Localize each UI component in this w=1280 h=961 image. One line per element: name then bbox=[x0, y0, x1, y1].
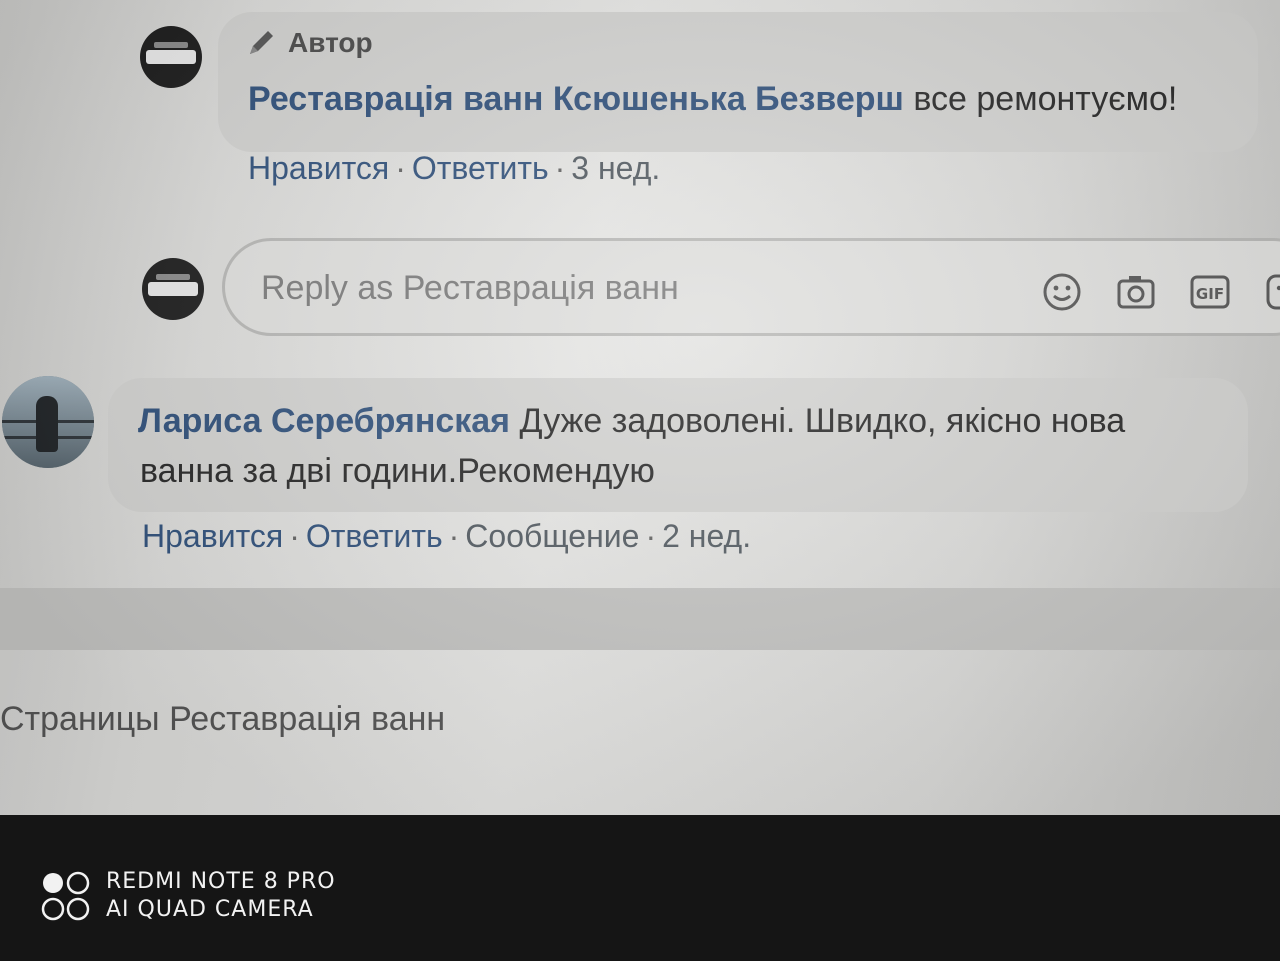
reply-button[interactable]: Ответить bbox=[306, 518, 443, 554]
comment-author[interactable]: Лариса Серебрянская bbox=[138, 402, 510, 440]
reply-placeholder: Reply as Реставрація ванн bbox=[261, 269, 679, 307]
watermark-line1: REDMI NOTE 8 PRO bbox=[106, 869, 336, 894]
user-avatar[interactable] bbox=[2, 376, 94, 468]
mentioned-user[interactable]: Ксюшенька Безверш bbox=[553, 80, 904, 118]
reply-avatar bbox=[142, 258, 204, 320]
comment-actions: Нравится · Ответить · 3 нед. bbox=[248, 150, 661, 186]
pages-link[interactable]: Страницы Реставрація ванн bbox=[0, 700, 445, 739]
comment-body: все ремонтуємо! bbox=[913, 80, 1178, 118]
like-button[interactable]: Нравится bbox=[142, 518, 283, 554]
comment-timestamp[interactable]: 3 нед. bbox=[571, 150, 660, 186]
comment-text: Реставрація ванн Ксюшенька Безверш все р… bbox=[248, 74, 1177, 124]
comment-timestamp[interactable]: 2 нед. bbox=[662, 518, 751, 554]
gif-icon[interactable]: GIF bbox=[1189, 271, 1231, 313]
camera-watermark: REDMI NOTE 8 PRO AI QUAD CAMERA bbox=[106, 868, 336, 924]
like-button[interactable]: Нравится bbox=[248, 150, 389, 186]
comment-author[interactable]: Реставрація ванн bbox=[248, 80, 543, 118]
reply-input[interactable]: Reply as Реставрація ванн GIF bbox=[222, 238, 1280, 336]
laptop-screen: Автор Реставрація ванн Ксюшенька Безверш… bbox=[0, 0, 1280, 815]
comment-actions: Нравится · Ответить · Сообщение · 2 нед. bbox=[142, 518, 752, 554]
watermark-line2: AI QUAD CAMERA bbox=[106, 897, 314, 922]
page-avatar[interactable] bbox=[140, 26, 202, 88]
camera-lens-logo bbox=[41, 871, 90, 921]
comment-text: Лариса Серебрянская Дуже задоволені. Шви… bbox=[138, 396, 1125, 446]
svg-text:GIF: GIF bbox=[1196, 285, 1224, 303]
section-divider bbox=[0, 588, 1280, 650]
camera-icon[interactable] bbox=[1115, 271, 1157, 313]
sticker-icon[interactable] bbox=[1263, 271, 1280, 313]
author-badge: Автор bbox=[244, 26, 373, 60]
author-badge-label: Автор bbox=[288, 27, 373, 58]
comment-text-line2: ванна за дві години.Рекомендую bbox=[140, 446, 655, 496]
message-button[interactable]: Сообщение bbox=[465, 518, 639, 554]
reply-button[interactable]: Ответить bbox=[412, 150, 549, 186]
pencil-icon bbox=[250, 31, 273, 54]
comment-body-line1: Дуже задоволені. Швидко, якісно нова bbox=[519, 402, 1126, 440]
emoji-icon[interactable] bbox=[1041, 271, 1083, 313]
comment-body-line2: ванна за дві години.Рекомендую bbox=[140, 452, 655, 490]
